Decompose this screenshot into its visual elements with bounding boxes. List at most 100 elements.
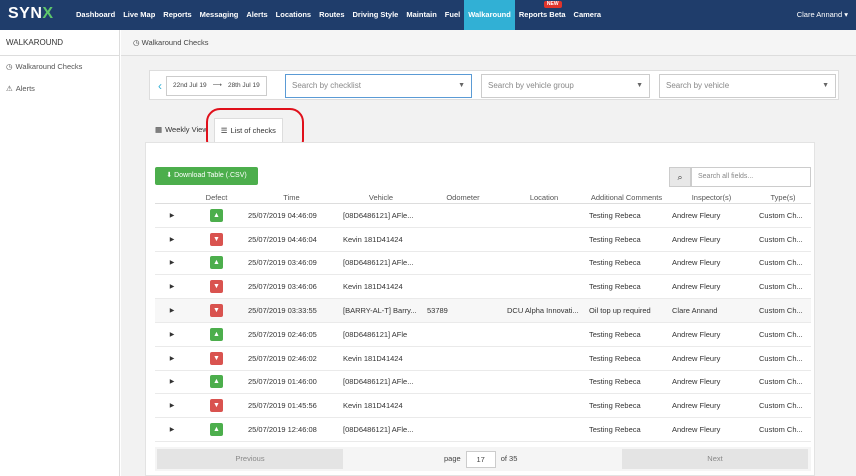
row-time: 25/07/2019 02:46:02 <box>248 353 317 363</box>
clock-icon: ◷ <box>133 38 140 47</box>
nav-alerts[interactable]: Alerts <box>242 0 271 30</box>
brand-logo[interactable]: SYNX <box>8 5 54 23</box>
sidebar-item-label: Walkaround Checks <box>15 62 83 71</box>
row-time: 25/07/2019 03:46:06 <box>248 282 317 292</box>
row-time: 25/07/2019 01:45:56 <box>248 401 317 411</box>
checklist-select[interactable]: Search by checklist ▼ <box>285 74 472 98</box>
nav-driving-style[interactable]: Driving Style <box>349 0 403 30</box>
vehicle-select[interactable]: Search by vehicle ▼ <box>659 74 836 98</box>
vehicle-group-placeholder: Search by vehicle group <box>488 81 574 90</box>
expand-row-icon[interactable]: ▶ <box>155 259 189 266</box>
filter-bar: ‹ 22nd Jul 19 ⟶ 28th Jul 19 Search by ch… <box>149 70 839 100</box>
nav-camera[interactable]: Camera <box>570 0 606 30</box>
row-location: DCU Alpha Innovati... <box>507 306 579 316</box>
table-row[interactable]: ▶ ▼ 25/07/2019 04:46:04 Kevin 181D41424 Test… <box>155 228 811 252</box>
table-row[interactable]: ▶ ▲ 25/07/2019 01:46:00 [08D6486121] AFle..… <box>155 371 811 395</box>
table-row[interactable]: ▶ ▼ 25/07/2019 03:33:55 [BARRY-AL-T] Barry.… <box>155 299 811 323</box>
row-vehicle: [BARRY-AL-T] Barry... <box>343 306 417 316</box>
nav-fuel[interactable]: Fuel <box>441 0 464 30</box>
expand-row-icon[interactable]: ▶ <box>155 331 189 338</box>
row-time: 25/07/2019 04:46:09 <box>248 210 317 220</box>
row-defect: ▼ <box>189 280 244 294</box>
row-inspector: Andrew Fleury <box>672 377 721 387</box>
row-inspector: Andrew Fleury <box>672 282 721 292</box>
col-vehicle[interactable]: Vehicle <box>339 193 423 202</box>
row-comments: Oil top up required <box>589 306 651 316</box>
search-icon[interactable]: ⌕ <box>669 167 691 187</box>
nav-reports[interactable]: Reports <box>159 0 195 30</box>
row-defect: ▲ <box>189 375 244 389</box>
date-from: 22nd Jul 19 <box>173 82 207 89</box>
download-csv-button[interactable]: ⬇ Download Table (.CSV) <box>155 167 258 185</box>
nav-routes[interactable]: Routes <box>315 0 348 30</box>
row-time: 25/07/2019 02:46:05 <box>248 329 317 339</box>
row-vehicle: Kevin 181D41424 <box>343 282 403 292</box>
table-row[interactable]: ▶ ▲ 25/07/2019 02:46:05 [08D6486121] AFle Te… <box>155 323 811 347</box>
top-nav: SYNX Dashboard Live Map Reports Messagin… <box>0 0 856 30</box>
row-type: Custom Ch... <box>759 282 803 292</box>
col-time[interactable]: Time <box>244 193 339 202</box>
thumbs-down-icon: ▼ <box>210 280 223 294</box>
nav-reports-beta[interactable]: Reports Beta NEW <box>515 0 570 30</box>
expand-row-icon[interactable]: ▶ <box>155 283 189 290</box>
row-defect: ▲ <box>189 327 244 341</box>
thumbs-down-icon: ▼ <box>210 232 223 246</box>
vehicle-group-select[interactable]: Search by vehicle group ▼ <box>481 74 650 98</box>
page-number-input[interactable]: 17 <box>465 450 496 468</box>
table-row[interactable]: ▶ ▲ 25/07/2019 03:46:09 [08D6486121] AFle..… <box>155 252 811 276</box>
row-inspector: Andrew Fleury <box>672 353 721 363</box>
col-odometer[interactable]: Odometer <box>423 193 503 202</box>
nav-locations[interactable]: Locations <box>272 0 315 30</box>
row-vehicle: [08D6486121] AFle... <box>343 377 414 387</box>
row-defect: ▼ <box>189 351 244 365</box>
col-inspector[interactable]: Inspector(s) <box>668 193 755 202</box>
date-range[interactable]: ‹ 22nd Jul 19 ⟶ 28th Jul 19 <box>158 76 267 96</box>
warning-icon: ⚠ <box>6 84 13 93</box>
table-row[interactable]: ▶ ▼ 25/07/2019 01:45:56 Kevin 181D41424 Test… <box>155 394 811 419</box>
table-row[interactable]: ▶ ▲ 25/07/2019 04:46:09 [08D6486121] AFle..… <box>155 204 811 228</box>
expand-row-icon[interactable]: ▶ <box>155 355 189 362</box>
next-button[interactable]: Next <box>622 449 808 469</box>
expand-row-icon[interactable]: ▶ <box>155 378 189 385</box>
nav-live-map[interactable]: Live Map <box>119 0 159 30</box>
nav-dashboard[interactable]: Dashboard <box>72 0 119 30</box>
date-to: 28th Jul 19 <box>227 82 260 89</box>
table-body: ▶ ▲ 25/07/2019 04:46:09 [08D6486121] AFle..… <box>155 204 811 442</box>
nav-walkaround[interactable]: Walkaround <box>464 0 515 30</box>
row-inspector: Andrew Fleury <box>672 401 721 411</box>
date-range-box[interactable]: 22nd Jul 19 ⟶ 28th Jul 19 <box>166 76 267 96</box>
col-type[interactable]: Type(s) <box>755 193 811 202</box>
expand-row-icon[interactable]: ▶ <box>155 402 189 409</box>
user-menu[interactable]: Clare Annand ▾ <box>797 0 848 30</box>
row-inspector: Andrew Fleury <box>672 329 721 339</box>
nav-maintain[interactable]: Maintain <box>402 0 440 30</box>
checks-table: Defect Time Vehicle Odometer Location Ad… <box>155 191 811 442</box>
thumbs-down-icon: ▼ <box>210 399 223 413</box>
table-row[interactable]: ▶ ▲ 25/07/2019 12:46:08 [08D6486121] AFle..… <box>155 418 811 442</box>
tab-weekly-view[interactable]: ▦ Weekly View <box>149 118 214 142</box>
expand-row-icon[interactable]: ▶ <box>155 307 189 314</box>
nav-menu: Dashboard Live Map Reports Messaging Ale… <box>72 0 605 30</box>
row-time: 25/07/2019 03:33:55 <box>248 306 317 316</box>
table-row[interactable]: ▶ ▼ 25/07/2019 02:46:02 Kevin 181D41424 Test… <box>155 347 811 371</box>
expand-row-icon[interactable]: ▶ <box>155 212 189 219</box>
expand-row-icon[interactable]: ▶ <box>155 236 189 243</box>
nav-messaging[interactable]: Messaging <box>196 0 243 30</box>
previous-button[interactable]: Previous <box>157 449 343 469</box>
expand-row-icon[interactable]: ▶ <box>155 426 189 433</box>
col-location[interactable]: Location <box>503 193 585 202</box>
search-input[interactable]: Search all fields... <box>691 167 811 187</box>
row-inspector: Andrew Fleury <box>672 425 721 435</box>
table-row[interactable]: ▶ ▼ 25/07/2019 03:46:06 Kevin 181D41424 Test… <box>155 275 811 300</box>
page-title: Walkaround Checks <box>141 38 209 47</box>
sidebar-item-walkaround-checks[interactable]: ◷ Walkaround Checks <box>0 56 119 78</box>
chevron-left-icon[interactable]: ‹ <box>158 79 162 93</box>
sidebar-item-alerts[interactable]: ⚠ Alerts <box>0 78 119 100</box>
row-inspector: Andrew Fleury <box>672 210 721 220</box>
col-comments[interactable]: Additional Comments <box>585 193 668 202</box>
chevron-down-icon: ▾ <box>844 10 848 19</box>
row-comments: Testing Rebeca <box>589 377 641 387</box>
row-vehicle: [08D6486121] AFle... <box>343 210 414 220</box>
row-inspector: Andrew Fleury <box>672 258 721 268</box>
col-defect[interactable]: Defect <box>189 193 244 202</box>
